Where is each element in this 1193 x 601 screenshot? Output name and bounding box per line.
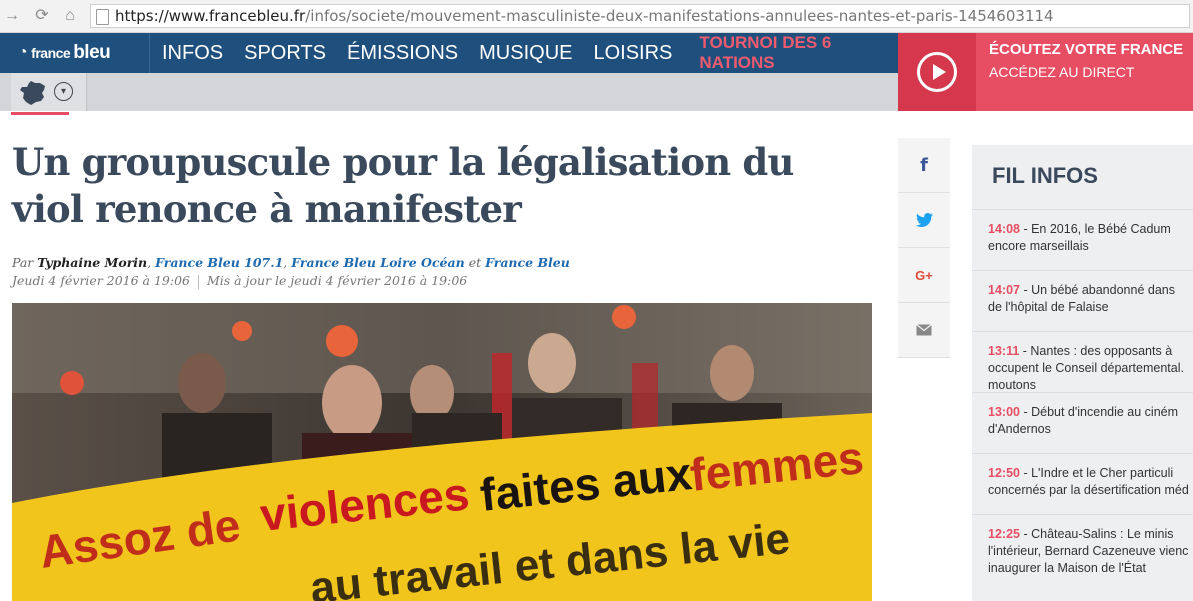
email-share-button[interactable] [898, 303, 950, 358]
source-link-1071[interactable]: France Bleu 107.1 [155, 255, 283, 270]
source-link-france-bleu[interactable]: France Bleu [485, 255, 570, 270]
mail-icon [916, 324, 932, 336]
protest-photo: Assoz de violences faites aux femmes au … [12, 303, 872, 601]
news-feed-panel: FIL INFOS 14:08 - En 2016, le Bébé Cadum… [972, 145, 1193, 601]
reload-icon[interactable]: ⟳ [32, 6, 52, 26]
listen-live-button[interactable]: ÉCOUTEZ VOTRE FRANCE ACCÉDEZ AU DIRECT [898, 33, 1193, 111]
url-domain: https://www.francebleu.fr [115, 7, 306, 25]
list-item[interactable]: 14:08 - En 2016, le Bébé Cadum encore ma… [972, 209, 1193, 270]
france-bleu-logo[interactable]: ◔ france bleu [18, 42, 111, 64]
region-selector[interactable]: ▾ [11, 73, 86, 115]
twitter-share-button[interactable] [898, 193, 950, 248]
logo-mark-icon: ◔ [18, 44, 28, 61]
play-button[interactable] [898, 33, 976, 111]
list-item[interactable]: 14:07 - Un bébé abandonné dans de l'hôpi… [972, 270, 1193, 331]
main-menu: INFOS SPORTS ÉMISSIONS MUSIQUE LOISIRS T… [162, 33, 898, 73]
france-map-icon [20, 81, 45, 105]
facebook-icon: f [920, 154, 928, 176]
address-bar[interactable]: https://www.francebleu.fr/infos/societe/… [90, 4, 1190, 28]
play-icon [917, 52, 957, 92]
listen-subtitle: ACCÉDEZ AU DIRECT [989, 64, 1135, 80]
google-plus-share-button[interactable]: G+ [898, 248, 950, 303]
news-feed-title: FIL INFOS [992, 163, 1098, 188]
source-link-loire-ocean[interactable]: France Bleu Loire Océan [291, 255, 464, 270]
browser-toolbar: → ⟳ ⌂ https://www.francebleu.fr/infos/so… [0, 0, 1193, 33]
list-item[interactable]: 13:11 - Nantes : des opposants à occupen… [972, 331, 1193, 392]
twitter-icon [915, 213, 933, 227]
article-title: Un groupuscule pour la légalisation du v… [12, 140, 794, 231]
chevron-down-icon[interactable]: ▾ [54, 82, 73, 101]
menu-item-loisirs[interactable]: LOISIRS [593, 42, 672, 65]
list-item[interactable]: 12:50 - L'Indre et le Cher particuli con… [972, 453, 1193, 514]
list-item[interactable]: 13:00 - Début d'incendie au ciném d'Ande… [972, 392, 1193, 453]
divider [86, 73, 87, 111]
facebook-share-button[interactable]: f [898, 138, 950, 193]
listen-title: ÉCOUTEZ VOTRE FRANCE [989, 41, 1184, 58]
back-arrow-icon[interactable]: → [2, 6, 22, 26]
article-photo: Assoz de violences faites aux femmes au … [12, 303, 872, 601]
menu-item-tournoi[interactable]: TOURNOI DES 6 NATIONS [699, 33, 877, 73]
home-icon[interactable]: ⌂ [60, 6, 80, 26]
author-name: Typhaine Morin [37, 255, 148, 270]
published-date: Jeudi 4 février 2016 à 19:06 [12, 273, 190, 288]
share-bar: f G+ [898, 138, 950, 358]
menu-item-sports[interactable]: SPORTS [244, 42, 326, 65]
region-bar: ▾ [0, 73, 898, 115]
page-icon [96, 9, 109, 25]
divider [149, 33, 150, 73]
news-feed-list: 14:08 - En 2016, le Bébé Cadum encore ma… [972, 209, 1193, 575]
active-underline [11, 112, 69, 115]
article-dates: Jeudi 4 février 2016 à 19:06 Mis à jour l… [12, 273, 467, 289]
byline: Par Typhaine Morin, France Bleu 107.1, F… [12, 255, 570, 270]
site-header: ◔ france bleu INFOS SPORTS ÉMISSIONS MUS… [0, 33, 898, 73]
menu-item-musique[interactable]: MUSIQUE [479, 42, 572, 65]
url-path: /infos/societe/mouvement-masculiniste-de… [305, 7, 1054, 25]
menu-item-emissions[interactable]: ÉMISSIONS [347, 42, 458, 65]
updated-date: Mis à jour le jeudi 4 février 2016 à 19:… [207, 273, 468, 288]
google-plus-icon: G+ [915, 267, 933, 283]
menu-item-infos[interactable]: INFOS [162, 42, 223, 65]
list-item[interactable]: 12:25 - Château-Salins : Le minis l'inté… [972, 514, 1193, 575]
